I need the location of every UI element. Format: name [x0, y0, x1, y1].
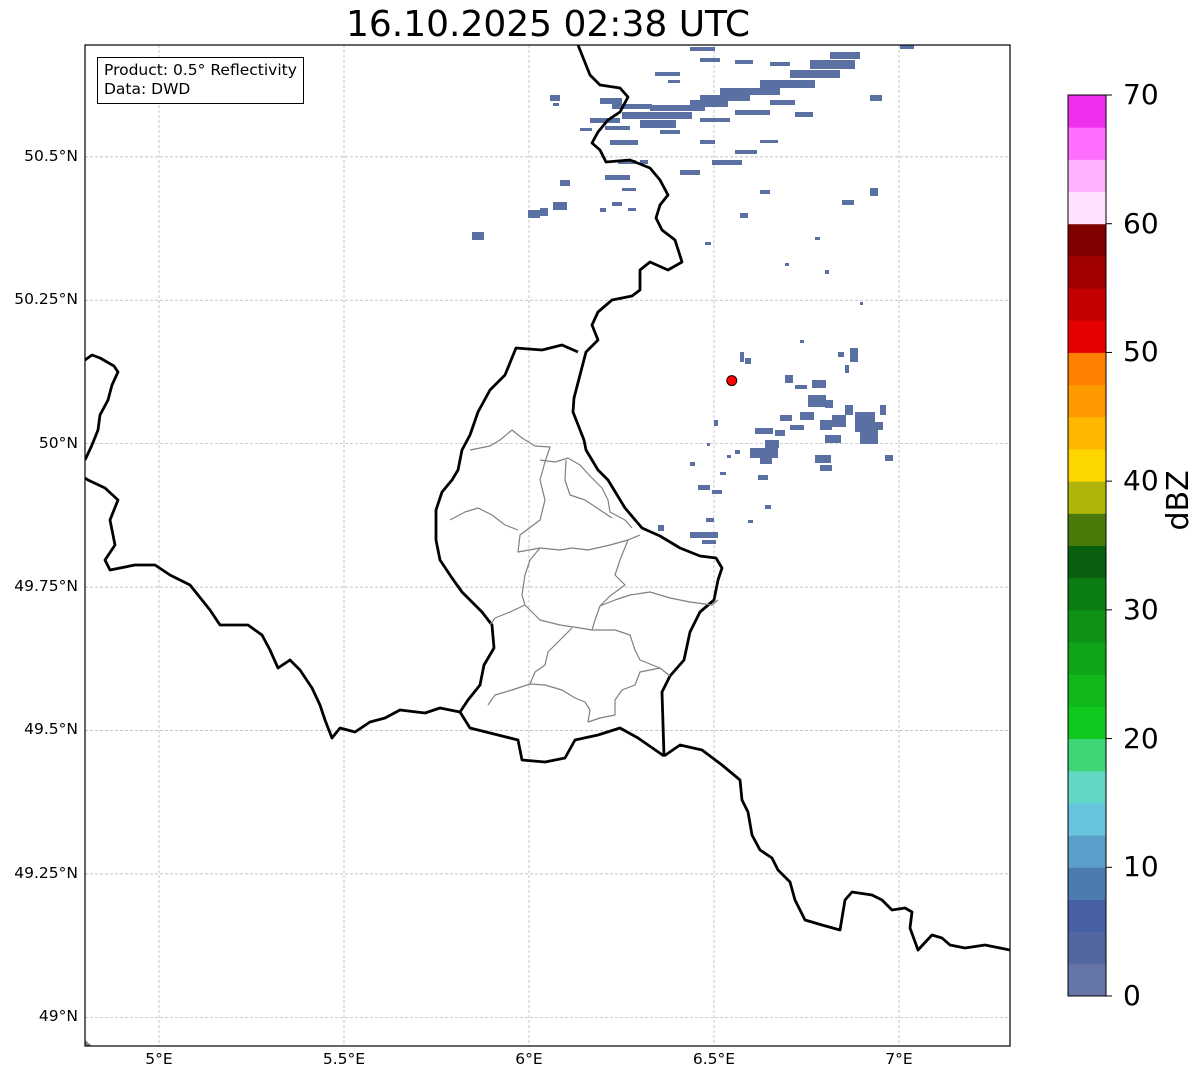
colorbar-segment [1068, 513, 1106, 546]
lat-tick-label: 49.25°N [14, 863, 78, 882]
colorbar-segment [1068, 609, 1106, 643]
radar-map [84, 44, 1011, 1047]
colorbar-tick-label: 30 [1123, 592, 1159, 626]
colorbar-segment [1068, 95, 1106, 128]
lon-tick-label: 5°E [145, 1050, 173, 1068]
colorbar-segment [1068, 802, 1106, 836]
colorbar-segment [1068, 835, 1106, 868]
colorbar-segment [1068, 738, 1106, 772]
lat-tick-label: 49.5°N [24, 720, 78, 739]
colorbar-segment [1068, 706, 1106, 740]
colorbar-segment [1068, 288, 1106, 321]
colorbar-segment [1068, 352, 1106, 386]
lat-tick-label: 50°N [38, 433, 78, 452]
colorbar-segment [1068, 545, 1106, 579]
colorbar-segment [1068, 770, 1106, 804]
info-legend-box: Product: 0.5° Reflectivity Data: DWD [97, 57, 304, 104]
lon-tick-label: 6°E [515, 1050, 543, 1068]
colorbar-tick-label: 70 [1123, 78, 1159, 111]
colorbar-segment [1068, 191, 1106, 225]
colorbar-segment [1068, 867, 1106, 900]
lat-tick-label: 50.25°N [14, 290, 78, 309]
colorbar [1067, 94, 1112, 997]
source-label: Data: DWD [104, 80, 191, 98]
colorbar-segment [1068, 416, 1106, 450]
colorbar-tick-label: 40 [1123, 464, 1159, 498]
colorbar-segment [1068, 448, 1106, 482]
colorbar-segment [1068, 899, 1106, 933]
lon-tick-label: 7°E [885, 1050, 913, 1068]
lat-tick-label: 49°N [38, 1007, 78, 1026]
colorbar-segment [1068, 674, 1106, 707]
lat-tick-label: 49.75°N [14, 577, 78, 596]
colorbar-segment [1068, 642, 1106, 675]
colorbar-segment [1068, 320, 1106, 353]
colorbar-tick-label: 10 [1123, 850, 1159, 884]
radar-site-marker [726, 375, 738, 387]
colorbar-tick-label: 60 [1123, 206, 1159, 240]
colorbar-tick-label: 50 [1123, 335, 1159, 369]
colorbar-segment [1068, 481, 1106, 514]
colorbar-segment [1068, 223, 1106, 257]
colorbar-segment [1068, 384, 1106, 418]
colorbar-segment [1068, 127, 1106, 160]
colorbar-segment [1068, 255, 1106, 289]
colorbar-segment [1068, 963, 1106, 997]
colorbar-segment [1068, 159, 1106, 193]
lat-tick-label: 50.5°N [24, 146, 78, 165]
colorbar-tick-label: 0 [1123, 979, 1141, 1012]
colorbar-segment [1068, 577, 1106, 611]
colorbar-unit-label: dBZ [1161, 470, 1196, 531]
product-label: Product: 0.5° Reflectivity [104, 61, 297, 79]
colorbar-segment [1068, 931, 1106, 965]
lon-tick-label: 6.5°E [692, 1050, 736, 1068]
lon-tick-label: 5.5°E [322, 1050, 366, 1068]
colorbar-tick-label: 20 [1123, 721, 1159, 755]
